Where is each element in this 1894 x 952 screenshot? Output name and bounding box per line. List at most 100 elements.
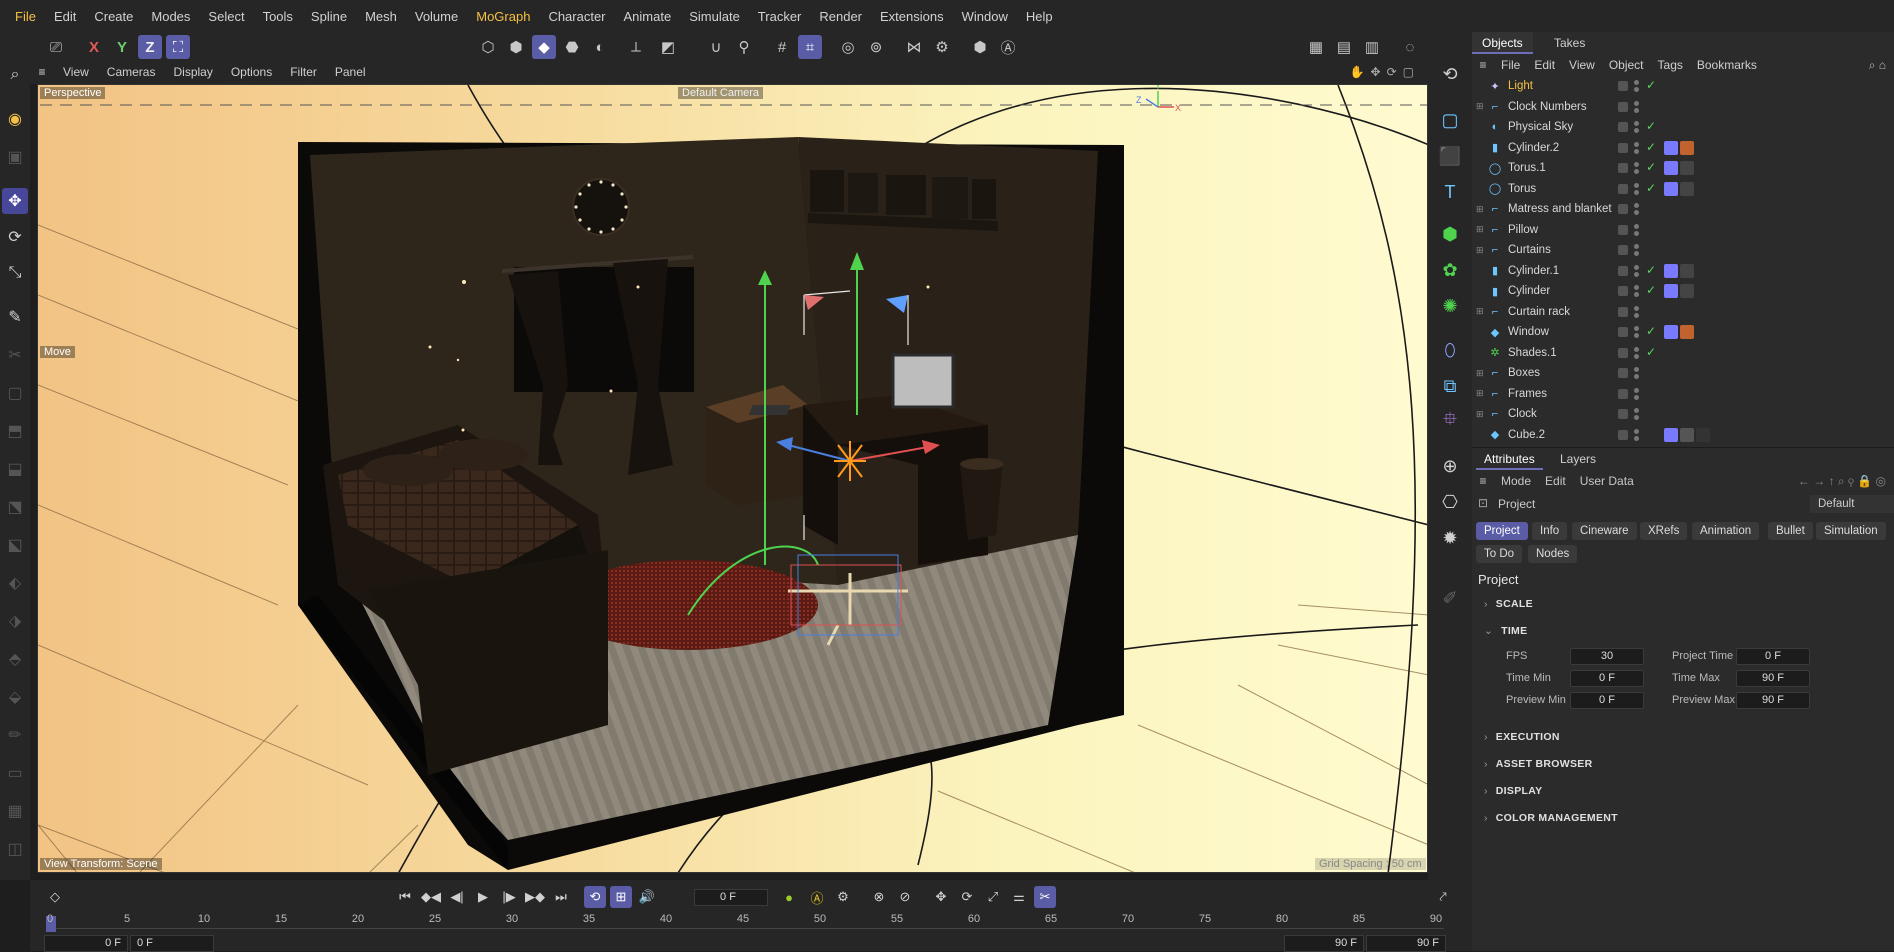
sound-icon[interactable]: 🔊 — [636, 886, 658, 908]
polygons-mode-icon[interactable]: ◆ — [532, 35, 556, 59]
knife-icon[interactable]: ✂ — [2, 342, 28, 368]
playback-range-icon[interactable]: ⊞ — [610, 886, 632, 908]
layer-checkbox[interactable] — [1618, 163, 1628, 173]
layer-checkbox[interactable] — [1618, 142, 1628, 153]
play-icon[interactable]: ▶ — [472, 886, 494, 908]
render-visibility-dot[interactable] — [1634, 292, 1639, 297]
bridge-icon[interactable]: ⬔ — [2, 494, 28, 520]
object-name[interactable]: Frames — [1508, 388, 1628, 400]
editor-visibility-dot[interactable] — [1634, 182, 1639, 188]
layer-checkbox[interactable] — [1618, 388, 1628, 399]
render-region-icon[interactable]: ◎ — [836, 35, 860, 59]
settings-gear-icon[interactable]: ⚙ — [930, 35, 954, 59]
object-row[interactable]: ◯ Torus.1 ✓ — [1472, 158, 1894, 178]
expand-icon[interactable]: ⊞ — [1476, 101, 1488, 112]
preview-start-field[interactable]: 0 F — [130, 935, 214, 952]
editor-visibility-dot[interactable] — [1634, 387, 1639, 393]
rotate-tool-icon[interactable]: ⟳ — [2, 224, 28, 250]
material-tag-icon[interactable] — [1680, 181, 1694, 196]
expand-icon[interactable]: ⊞ — [1476, 204, 1488, 215]
render-visibility-dot[interactable] — [1634, 87, 1639, 92]
sculpt-icon[interactable]: ✏ — [2, 722, 28, 748]
menu-mesh[interactable]: Mesh — [356, 9, 406, 24]
menu-tools[interactable]: Tools — [254, 9, 302, 24]
object-row[interactable]: ▮ Cylinder ✓ — [1472, 281, 1894, 301]
render-settings-icon[interactable]: ⊚ — [864, 35, 888, 59]
enabled-check-icon[interactable]: ✓ — [1646, 283, 1656, 297]
edit-icon[interactable]: ✐ — [1436, 584, 1464, 612]
live-selection-icon[interactable]: ◉ — [2, 106, 28, 132]
editor-visibility-dot[interactable] — [1634, 223, 1639, 229]
current-frame-field[interactable]: 0 F — [694, 889, 768, 906]
preview-max-field[interactable]: 90 F — [1736, 692, 1810, 709]
object-row[interactable]: ◆ Window ✓ — [1472, 322, 1894, 342]
weld-icon[interactable]: ⬗ — [2, 608, 28, 634]
timeline-tool-icon[interactable]: ✂ — [1034, 886, 1056, 908]
render-visibility-dot[interactable] — [1634, 312, 1639, 318]
go-to-end-icon[interactable]: ⏭ — [550, 886, 572, 908]
material-tag-icon[interactable] — [1680, 263, 1694, 278]
object-name[interactable]: Torus — [1508, 183, 1628, 195]
viewport-menu-options[interactable]: Options — [222, 65, 281, 79]
model-mode-icon[interactable]: ⬣ — [560, 35, 584, 59]
texture-tag-icon[interactable] — [1664, 263, 1678, 278]
render-visibility-dot[interactable] — [1634, 333, 1639, 338]
object-name[interactable]: Cylinder — [1508, 285, 1628, 297]
om-menu-edit[interactable]: Edit — [1527, 58, 1562, 72]
viewport-menu-panel[interactable]: Panel — [326, 65, 375, 79]
previous-frame-icon[interactable]: ◀| — [446, 886, 468, 908]
editor-visibility-dot[interactable] — [1634, 428, 1639, 434]
section-time[interactable]: ⌄ TIME — [1484, 625, 1527, 637]
object-row[interactable]: ⊞ ⌐ Boxes — [1472, 363, 1894, 383]
editor-visibility-dot[interactable] — [1634, 121, 1639, 126]
object-name[interactable]: Shades.1 — [1508, 347, 1628, 359]
menu-select[interactable]: Select — [199, 9, 253, 24]
camera-icon[interactable]: ⎔ — [1436, 488, 1464, 516]
enabled-check-icon[interactable]: ✓ — [1646, 140, 1656, 154]
viewport-menu-cameras[interactable]: Cameras — [98, 65, 165, 79]
texture-tag-icon[interactable] — [1664, 427, 1678, 442]
enabled-check-icon[interactable]: ✓ — [1646, 345, 1656, 359]
object-name[interactable]: Curtains — [1508, 244, 1628, 256]
object-name[interactable]: Pillow — [1508, 224, 1628, 236]
render-visibility-dot[interactable] — [1634, 107, 1639, 113]
editor-visibility-dot[interactable] — [1634, 244, 1639, 249]
key-settings-icon[interactable]: ⚙ — [832, 886, 854, 908]
editor-visibility-dot[interactable] — [1634, 326, 1639, 331]
layer-checkbox[interactable] — [1618, 224, 1628, 235]
render-visibility-dot[interactable] — [1634, 353, 1639, 359]
lock-x-axis-button[interactable]: X — [82, 35, 106, 59]
search-icon[interactable]: ⌕ — [2, 62, 28, 88]
edges-mode-icon[interactable]: ⬢ — [504, 35, 528, 59]
editor-visibility-dot[interactable] — [1634, 141, 1639, 147]
menu-mograph[interactable]: MoGraph — [467, 9, 539, 24]
graph-view-icon[interactable]: ⤤ — [1432, 886, 1454, 908]
am-menu-user-data[interactable]: User Data — [1573, 474, 1641, 488]
preview-end-field[interactable]: 90 F — [1284, 935, 1364, 952]
preview-min-field[interactable]: 0 F — [1570, 692, 1644, 709]
end-frame-field[interactable]: 90 F — [1366, 935, 1446, 952]
snap-icon[interactable]: ⌗ — [798, 35, 822, 59]
square-spline-icon[interactable]: ▢ — [1436, 106, 1464, 134]
object-row[interactable]: ⊞ ⌐ Clock Numbers — [1472, 97, 1894, 117]
fps-field[interactable]: 30 — [1570, 648, 1644, 665]
key-scale-icon[interactable]: ✥ — [930, 886, 952, 908]
tab-attributes[interactable]: Attributes — [1476, 448, 1543, 470]
object-row[interactable]: ⊞ ⌐ Frames — [1472, 384, 1894, 404]
layer-checkbox[interactable] — [1618, 368, 1628, 378]
time-min-field[interactable]: 0 F — [1570, 670, 1644, 687]
texture-tag-icon[interactable] — [1664, 161, 1678, 175]
move-tool-icon[interactable]: ✥ — [2, 188, 28, 214]
extrude-icon[interactable]: ⬒ — [2, 418, 28, 444]
menu-spline[interactable]: Spline — [302, 9, 356, 24]
layer-checkbox[interactable] — [1618, 306, 1628, 317]
menu-character[interactable]: Character — [539, 9, 614, 24]
subtab-info[interactable]: Info — [1532, 522, 1568, 540]
next-frame-icon[interactable]: |▶ — [498, 886, 520, 908]
material-tag-icon[interactable] — [1696, 427, 1710, 442]
axis-mode-icon[interactable]: ⟂ — [624, 35, 648, 59]
interpolation-icon[interactable]: ⚌ — [1008, 886, 1030, 908]
key-position-icon[interactable]: ⊗ — [868, 886, 890, 908]
viewport-camera-label[interactable]: Perspective — [40, 87, 106, 99]
redshift-icon[interactable]: ⬢ — [968, 35, 992, 59]
